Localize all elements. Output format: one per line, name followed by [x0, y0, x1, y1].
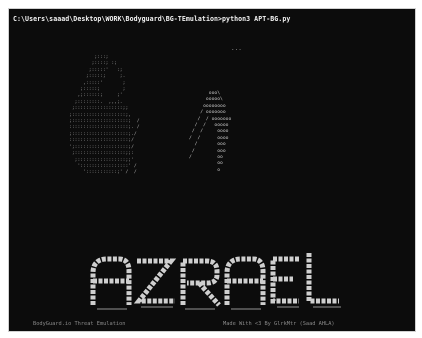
banner-letter-r [180, 258, 221, 307]
footer-tagline: BodyGuard.io Threat Emulation [33, 321, 126, 327]
command-prompt-line: C:\Users\saaad\Desktop\WORK\Bodyguard\BG… [13, 15, 291, 23]
terminal-window[interactable]: C:\Users\saaad\Desktop\WORK\Bodyguard\BG… [8, 8, 416, 332]
azrael-banner [90, 253, 341, 310]
banner-letter-a1 [90, 256, 132, 305]
ascii-art-scythe: ooo\ ooooo\ oooooooo / ooooooo / / ooooo… [189, 91, 232, 173]
banner-letter-a2 [224, 256, 266, 305]
banner-letter-z [133, 258, 177, 304]
banner-letter-e [270, 256, 299, 304]
ascii-art-reaper: ;:::; ;::::; :; ;:::::' :; ;:::::; ;. ,:… [69, 55, 140, 176]
ellipsis-text: ... [231, 45, 242, 52]
footer-credits: Made With <3 By GlrkMtr (Saad AHLA) [223, 321, 335, 327]
banner-letter-l [306, 253, 339, 304]
